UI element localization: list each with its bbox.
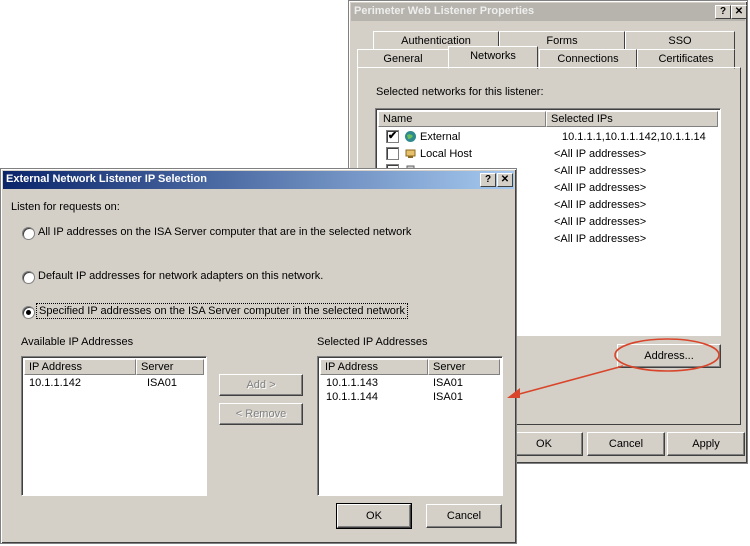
annotation-arrow-head bbox=[507, 388, 520, 398]
highlight-ellipse bbox=[614, 338, 720, 372]
annotation-arrow-line bbox=[511, 365, 624, 397]
annotation-overlay bbox=[507, 338, 720, 398]
